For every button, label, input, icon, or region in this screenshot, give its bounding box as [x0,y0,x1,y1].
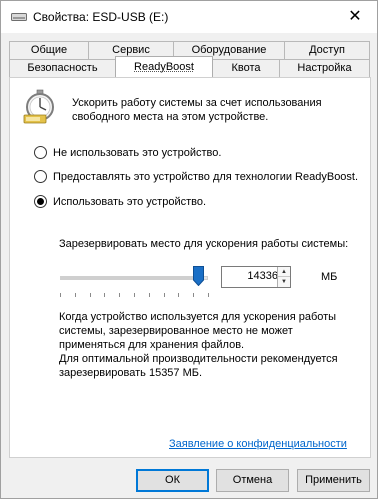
usage-note: Когда устройство используется для ускоре… [59,311,337,351]
drive-icon [11,13,27,21]
window-title: Свойства: ESD-USB (E:) [33,10,169,24]
tab-customize[interactable]: Настройка [279,59,370,77]
slider-tick [178,293,179,297]
reserve-slider-track[interactable] [60,276,208,280]
tab-sharing[interactable]: Доступ [284,41,370,59]
slider-tick [134,293,135,297]
slider-tick [75,293,76,297]
close-button[interactable]: ✕ [333,1,377,31]
recommendation-note: Для оптимальной производительности реком… [59,353,338,379]
slider-thumb-icon[interactable] [193,266,204,286]
slider-tick [60,293,61,297]
cancel-button[interactable]: Отмена [216,469,289,492]
properties-window: Свойства: ESD-USB (E:) ✕ Общие Сервис Об… [0,0,378,499]
unit-label: МБ [321,271,338,283]
tab-row-2: Безопасность ReadyBoost Квота Настройка [9,56,370,77]
readyboost-panel: Ускорить работу системы за счет использо… [9,77,371,458]
tab-general[interactable]: Общие [9,41,89,59]
ok-button[interactable]: ОК [136,469,209,492]
notes: Когда устройство используется для ускоре… [59,310,359,380]
spin-up-icon[interactable]: ▲ [278,267,290,277]
tab-security[interactable]: Безопасность [9,59,116,77]
privacy-statement-link[interactable]: Заявление о конфиденциальности [169,438,347,450]
option-use-device[interactable]: Использовать это устройство. [34,195,206,208]
slider-tick [193,293,194,297]
apply-button[interactable]: Применить [297,469,370,492]
option-use-device-label: Использовать это устройство. [53,195,207,208]
slider-tick [119,293,120,297]
close-icon: ✕ [348,8,362,25]
spin-down-icon[interactable]: ▼ [278,277,290,287]
slider-tick [90,293,91,297]
readyboost-stopwatch-icon [23,89,54,124]
radio-use-device[interactable] [34,195,47,208]
tab-readyboost-label: ReadyBoost [134,61,194,73]
reserve-slider-fill [61,276,199,280]
spin-buttons: ▲ ▼ [277,267,290,287]
slider-ticks [60,293,210,297]
tab-readyboost[interactable]: ReadyBoost [115,56,213,77]
slider-tick [104,293,105,297]
option-do-not-use-label: Не использовать это устройство. [53,146,222,159]
tab-quota[interactable]: Квота [212,59,280,77]
slider-tick [149,293,150,297]
radio-dedicate-readyboost[interactable] [34,170,47,183]
reserve-size-spinbox[interactable]: 14336 ▲ ▼ [221,266,291,288]
reserve-space-label: Зарезервировать место для ускорения рабо… [59,238,349,250]
title-bar: Свойства: ESD-USB (E:) ✕ [1,1,377,33]
intro-text: Ускорить работу системы за счет использо… [72,97,322,123]
option-do-not-use[interactable]: Не использовать это устройство. [34,146,221,159]
slider-tick [164,293,165,297]
radio-do-not-use[interactable] [34,146,47,159]
option-dedicate-readyboost[interactable]: Предоставлять это устройство для техноло… [34,170,358,183]
slider-tick [208,293,209,297]
reserve-size-value[interactable]: 14336 [224,270,278,282]
option-dedicate-readyboost-label: Предоставлять это устройство для техноло… [53,170,359,183]
